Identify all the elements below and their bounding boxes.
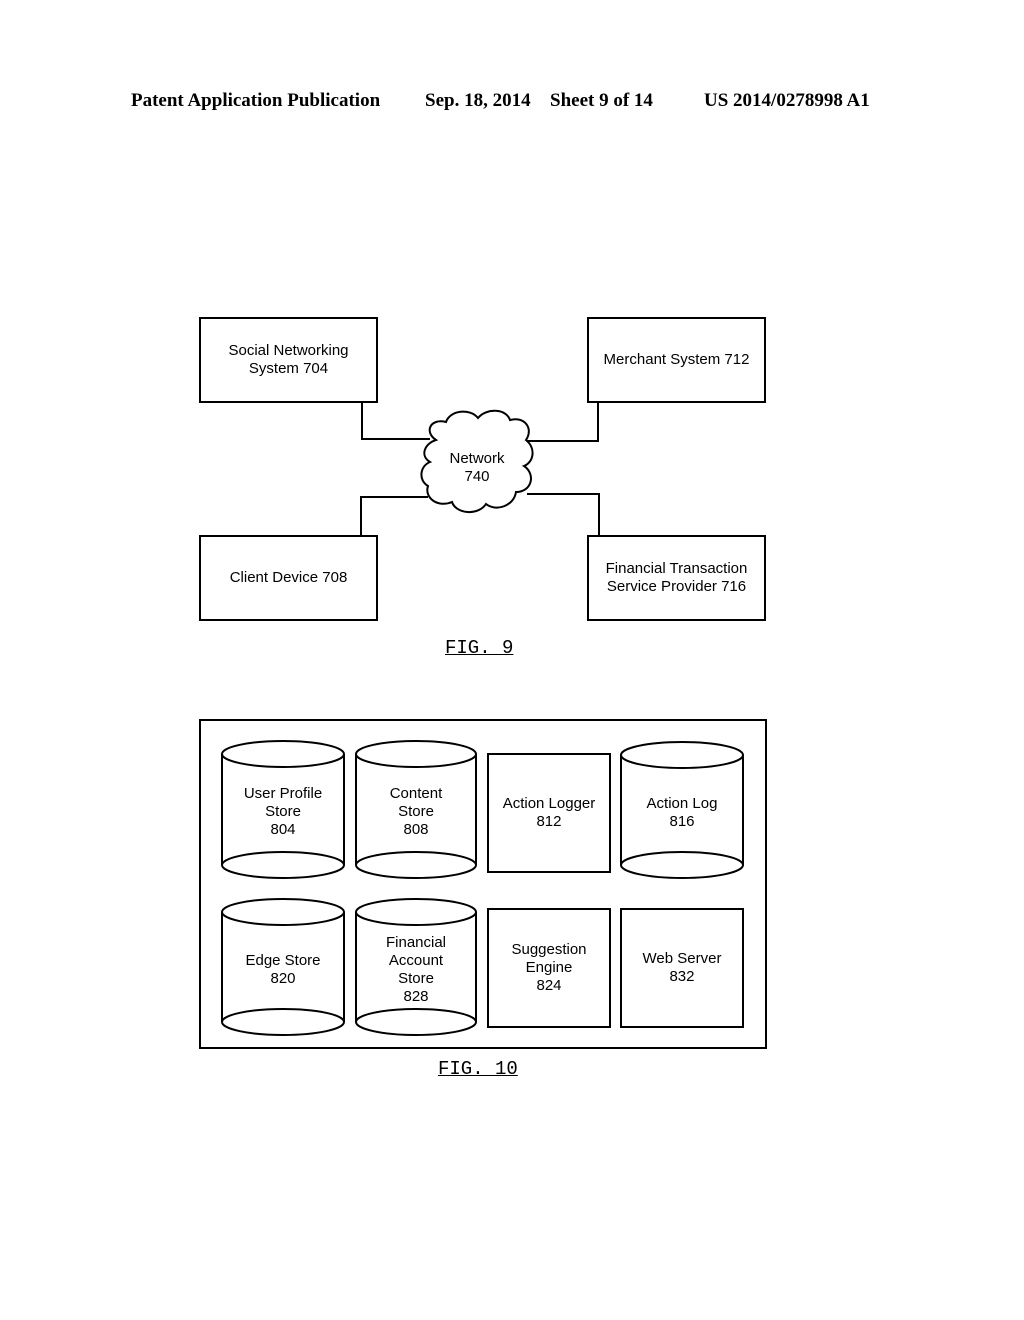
connector-financial-network bbox=[527, 493, 600, 536]
fig10-caption: FIG. 10 bbox=[438, 1058, 518, 1080]
component-label-action-log: Action Log 816 bbox=[646, 795, 718, 830]
node-label: Social Networking System 704 bbox=[228, 342, 349, 377]
component-action-logger: Action Logger 812 bbox=[487, 753, 611, 873]
node-label: Merchant System 712 bbox=[603, 351, 750, 368]
fig9-caption: FIG. 9 bbox=[445, 637, 514, 659]
component-label-suggestion-engine: Suggestion Engine 824 bbox=[511, 941, 587, 994]
connector-client-network bbox=[360, 496, 428, 536]
node-label: Client Device 708 bbox=[229, 569, 348, 586]
component-label-edge-store: Edge Store 820 bbox=[245, 952, 321, 987]
component-label-web-server: Web Server 832 bbox=[642, 950, 722, 985]
component-label-action-logger: Action Logger 812 bbox=[502, 795, 596, 830]
connector-social-network bbox=[361, 402, 430, 440]
component-label-financial-account-store: Financial Account Store 828 bbox=[385, 934, 447, 1005]
node-merchant-system: Merchant System 712 bbox=[587, 317, 766, 403]
node-social-networking-system: Social Networking System 704 bbox=[199, 317, 378, 403]
diagram-canvas bbox=[199, 402, 767, 1049]
node-client-device: Client Device 708 bbox=[199, 535, 378, 621]
node-financial-transaction-provider: Financial Transaction Service Provider 7… bbox=[587, 535, 766, 621]
network-label: Network 740 bbox=[449, 450, 505, 485]
component-label-content-store: Content Store 808 bbox=[389, 785, 443, 838]
node-label: Financial Transaction Service Provider 7… bbox=[605, 560, 748, 595]
component-web-server: Web Server 832 bbox=[620, 908, 744, 1028]
connector-merchant-network bbox=[525, 402, 599, 442]
component-label-user-profile-store: User Profile Store 804 bbox=[243, 785, 323, 838]
component-suggestion-engine: Suggestion Engine 824 bbox=[487, 908, 611, 1028]
